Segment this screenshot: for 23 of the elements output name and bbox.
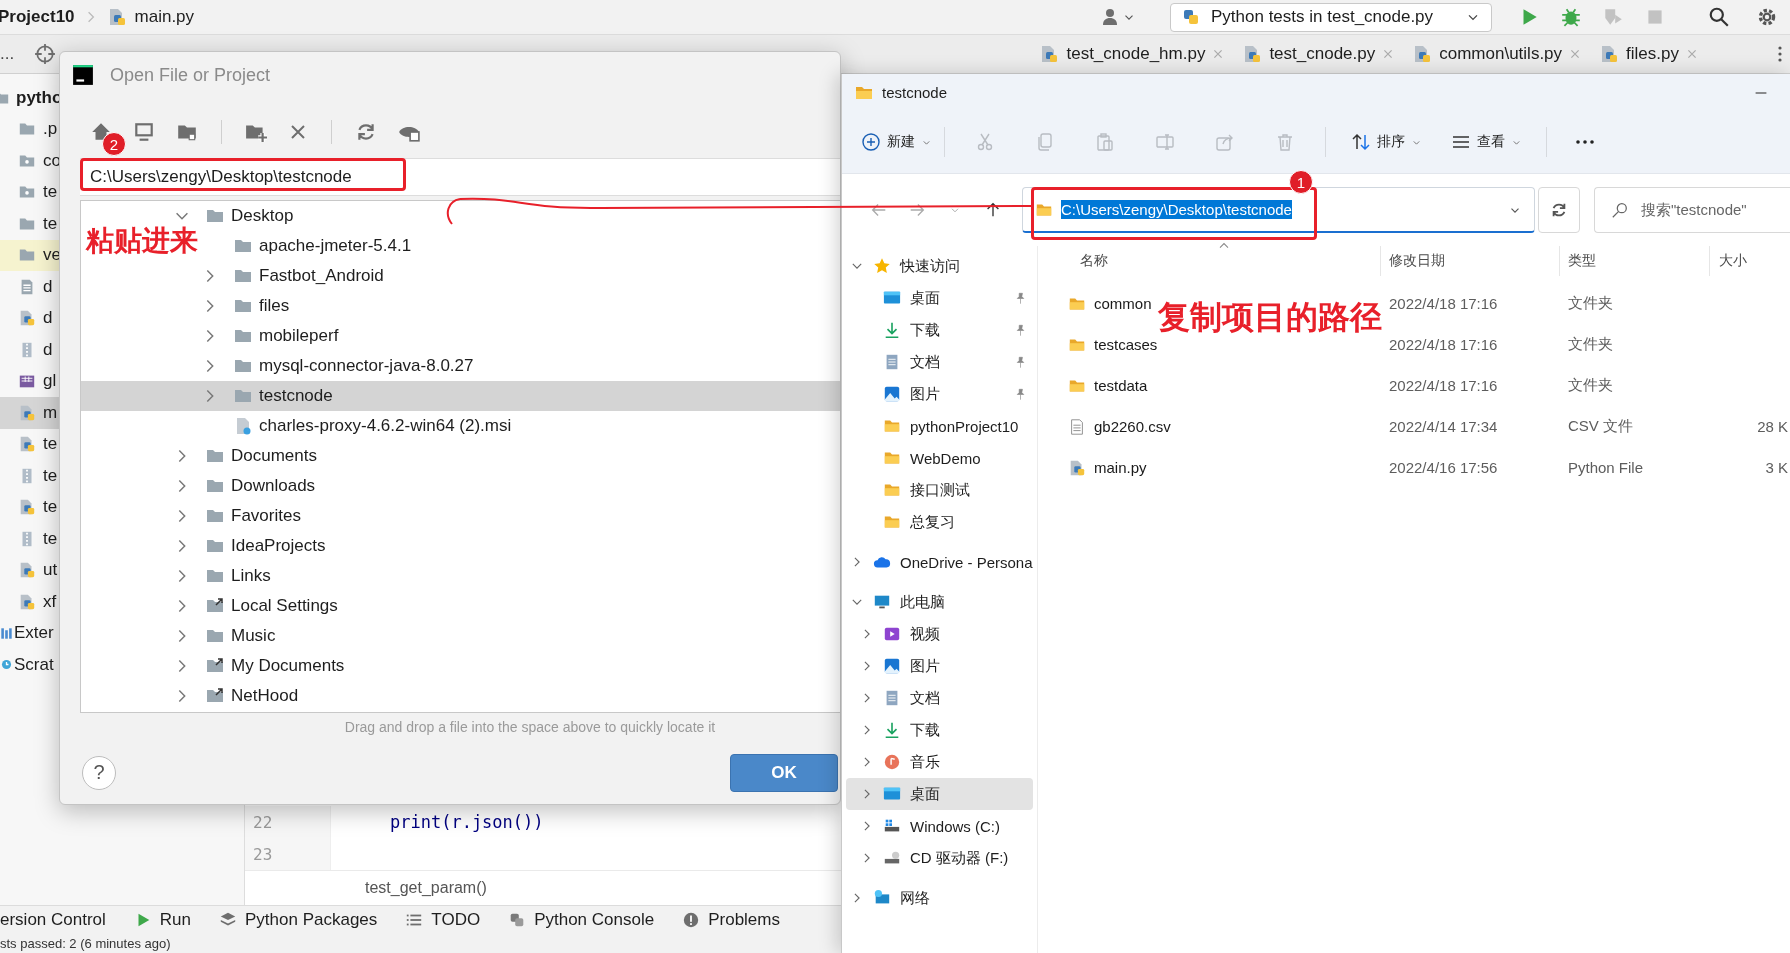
- file-size: 3 K: [1764, 458, 1789, 478]
- modified-date: 2022/4/18 17:16: [1388, 335, 1499, 355]
- modified-date: 2022/4/16 17:56: [1388, 458, 1499, 478]
- file-type: 文件夹: [1567, 375, 1614, 395]
- annotation-text: 复制项目的路径: [1158, 300, 1382, 336]
- search-placeholder: 搜索"testcnode": [1641, 200, 1747, 220]
- hint-text: Drag and drop a file into the space above to quickly locate it: [344, 719, 716, 735]
- modified-date: 2022/4/18 17:16: [1388, 376, 1499, 396]
- selected-text: C:\Users\zengy\Desktop\testcnode: [1061, 200, 1292, 219]
- line-number: 22: [245, 806, 331, 838]
- file-type: 文件夹: [1567, 293, 1614, 313]
- modified-date: 2022/4/14 17:34: [1388, 417, 1499, 437]
- annotation-text: 粘贴进来: [86, 226, 198, 257]
- window-title: testcnode: [882, 84, 949, 101]
- line-number: 23: [245, 838, 331, 870]
- modified-date: 2022/4/18 17:16: [1388, 294, 1499, 314]
- status-text: sts passed: 2 (6 minutes ago): [0, 936, 171, 951]
- file-size: 28 K: [1756, 417, 1789, 437]
- file-type: CSV 文件: [1567, 416, 1634, 436]
- file-type: Python File: [1567, 458, 1645, 478]
- file-type: 文件夹: [1567, 334, 1614, 354]
- code-line: print(r.json()): [389, 811, 544, 834]
- dialog-title: Open File or Project: [110, 64, 271, 86]
